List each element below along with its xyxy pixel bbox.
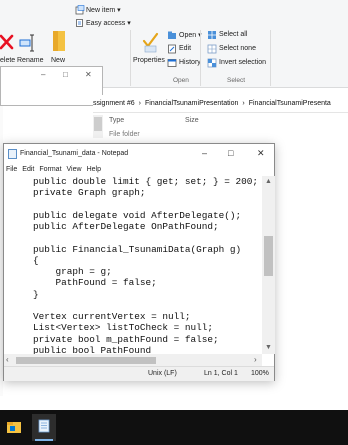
code-line: public AfterDelegate OnPathFound; bbox=[33, 221, 219, 232]
notepad-title: Financial_Tsunami_data - Notepad bbox=[20, 150, 129, 157]
code-text: public double limit { get; set; } = 200;… bbox=[33, 176, 258, 354]
taskbar bbox=[0, 410, 348, 445]
edit-icon bbox=[168, 44, 176, 54]
breadcrumb-separator: › bbox=[138, 100, 141, 107]
scroll-thumb[interactable] bbox=[94, 117, 102, 131]
column-header-size[interactable]: Size bbox=[185, 115, 199, 127]
code-line: Vertex currentVertex = null; bbox=[33, 311, 191, 322]
open-label: Open ▾ bbox=[179, 32, 202, 39]
rename-label: Rename bbox=[17, 57, 44, 64]
code-line: public delegate void AfterDelegate(); bbox=[33, 209, 242, 221]
maximize-button[interactable]: □ bbox=[228, 148, 233, 158]
scroll-thumb[interactable] bbox=[16, 357, 156, 364]
notepad-title-bar[interactable]: Financial_Tsunami_data - Notepad – □ ✕ bbox=[4, 144, 274, 164]
background-window: – □ ✕ bbox=[0, 66, 103, 106]
menu-edit[interactable]: Edit bbox=[22, 166, 34, 173]
scroll-down-icon[interactable]: ▼ bbox=[265, 344, 272, 351]
code-line: public Financial_TsunamiData(Graph g) bbox=[33, 243, 242, 255]
ribbon-separator bbox=[200, 30, 201, 86]
breadcrumb-item[interactable]: FinancialTsunamiPresenta bbox=[249, 100, 331, 107]
status-bar: Unix (LF) Ln 1, Col 1 100% bbox=[4, 366, 274, 381]
history-label: History bbox=[179, 59, 201, 66]
select-all-label: Select all bbox=[219, 31, 248, 38]
select-none-icon bbox=[207, 44, 217, 54]
new-item-label: New item ▾ bbox=[86, 7, 121, 14]
active-indicator bbox=[35, 439, 53, 441]
menu-help[interactable]: Help bbox=[87, 166, 101, 173]
notepad-taskbar-button[interactable] bbox=[32, 414, 56, 441]
notepad-text-area[interactable]: public double limit { get; set; } = 200;… bbox=[4, 176, 262, 354]
easy-access-label: Easy access ▾ bbox=[86, 20, 131, 27]
delete-label: elete bbox=[0, 57, 16, 64]
close-button[interactable]: ✕ bbox=[257, 148, 265, 159]
code-line: { bbox=[33, 254, 39, 266]
code-line: List<Vertex> listToCheck = null; bbox=[33, 322, 214, 334]
notepad-icon bbox=[8, 149, 17, 159]
select-none-label: Select none bbox=[219, 45, 256, 52]
cursor-position-status: Ln 1, Col 1 bbox=[204, 370, 238, 377]
menu-file[interactable]: File bbox=[6, 166, 17, 173]
code-line: public bool PathFound bbox=[33, 344, 152, 354]
breadcrumb-item[interactable]: ssignment #6 bbox=[93, 100, 135, 107]
explorer-scrollbar[interactable] bbox=[93, 115, 103, 138]
address-bar[interactable]: ssignment #6 › FinancialTsunamiPresentatio… bbox=[93, 95, 348, 113]
notepad-menu-bar: File Edit Format View Help bbox=[4, 164, 274, 176]
easy-access-icon bbox=[76, 19, 83, 27]
menu-view[interactable]: View bbox=[67, 166, 82, 173]
code-line: } bbox=[33, 288, 39, 300]
ribbon-separator bbox=[130, 30, 131, 86]
open-group-label: Open bbox=[173, 77, 189, 84]
breadcrumb-item[interactable]: FinancialTsunamiPresentation bbox=[145, 100, 238, 107]
vertical-scrollbar[interactable]: ▲ ▼ bbox=[262, 176, 275, 354]
code-line: private Graph graph; bbox=[33, 187, 146, 199]
history-icon bbox=[167, 59, 177, 67]
code-line: PathFound = false; bbox=[33, 277, 157, 289]
file-explorer-taskbar-icon[interactable] bbox=[7, 420, 21, 434]
scroll-up-icon[interactable]: ▲ bbox=[265, 178, 272, 185]
maximize-button[interactable]: □ bbox=[63, 70, 68, 79]
menu-format[interactable]: Format bbox=[39, 166, 61, 173]
file-type-cell: File folder bbox=[109, 131, 140, 138]
breadcrumb-separator: › bbox=[242, 100, 245, 107]
properties-label: Properties bbox=[133, 57, 165, 64]
scroll-left-icon[interactable]: ‹ bbox=[6, 355, 9, 364]
desktop bbox=[0, 396, 348, 410]
new-item-icon bbox=[75, 5, 85, 15]
properties-check-icon bbox=[142, 32, 159, 53]
column-header-type[interactable]: Type bbox=[109, 115, 124, 127]
scroll-thumb[interactable] bbox=[264, 236, 273, 276]
new-folder-label: New bbox=[51, 57, 66, 64]
rename-icon bbox=[19, 34, 34, 52]
new-folder-icon bbox=[53, 31, 65, 51]
select-all-icon bbox=[208, 31, 216, 39]
code-line: public double limit { get; set; } = 200; bbox=[33, 176, 259, 187]
notepad-taskbar-icon bbox=[38, 419, 50, 433]
ribbon-separator bbox=[270, 30, 271, 86]
line-ending-status: Unix (LF) bbox=[148, 370, 177, 377]
horizontal-scrollbar[interactable]: ‹ › bbox=[4, 354, 262, 366]
minimize-button[interactable]: – bbox=[41, 70, 45, 79]
open-icon bbox=[168, 31, 176, 39]
edit-label: Edit bbox=[179, 45, 192, 52]
invert-selection-label: Invert selection bbox=[219, 59, 267, 66]
select-group-label: Select bbox=[227, 77, 246, 84]
code-line: graph = g; bbox=[33, 266, 112, 277]
scroll-right-icon[interactable]: › bbox=[254, 355, 257, 364]
notepad-window: Financial_Tsunami_data - Notepad – □ ✕ F… bbox=[3, 143, 275, 381]
close-button[interactable]: ✕ bbox=[85, 70, 92, 79]
invert-selection-icon bbox=[207, 58, 217, 68]
delete-icon bbox=[0, 34, 14, 50]
minimize-button[interactable]: – bbox=[202, 148, 207, 158]
code-line: private bool m_pathFound = false; bbox=[33, 333, 219, 345]
zoom-status: 100% bbox=[251, 370, 269, 377]
